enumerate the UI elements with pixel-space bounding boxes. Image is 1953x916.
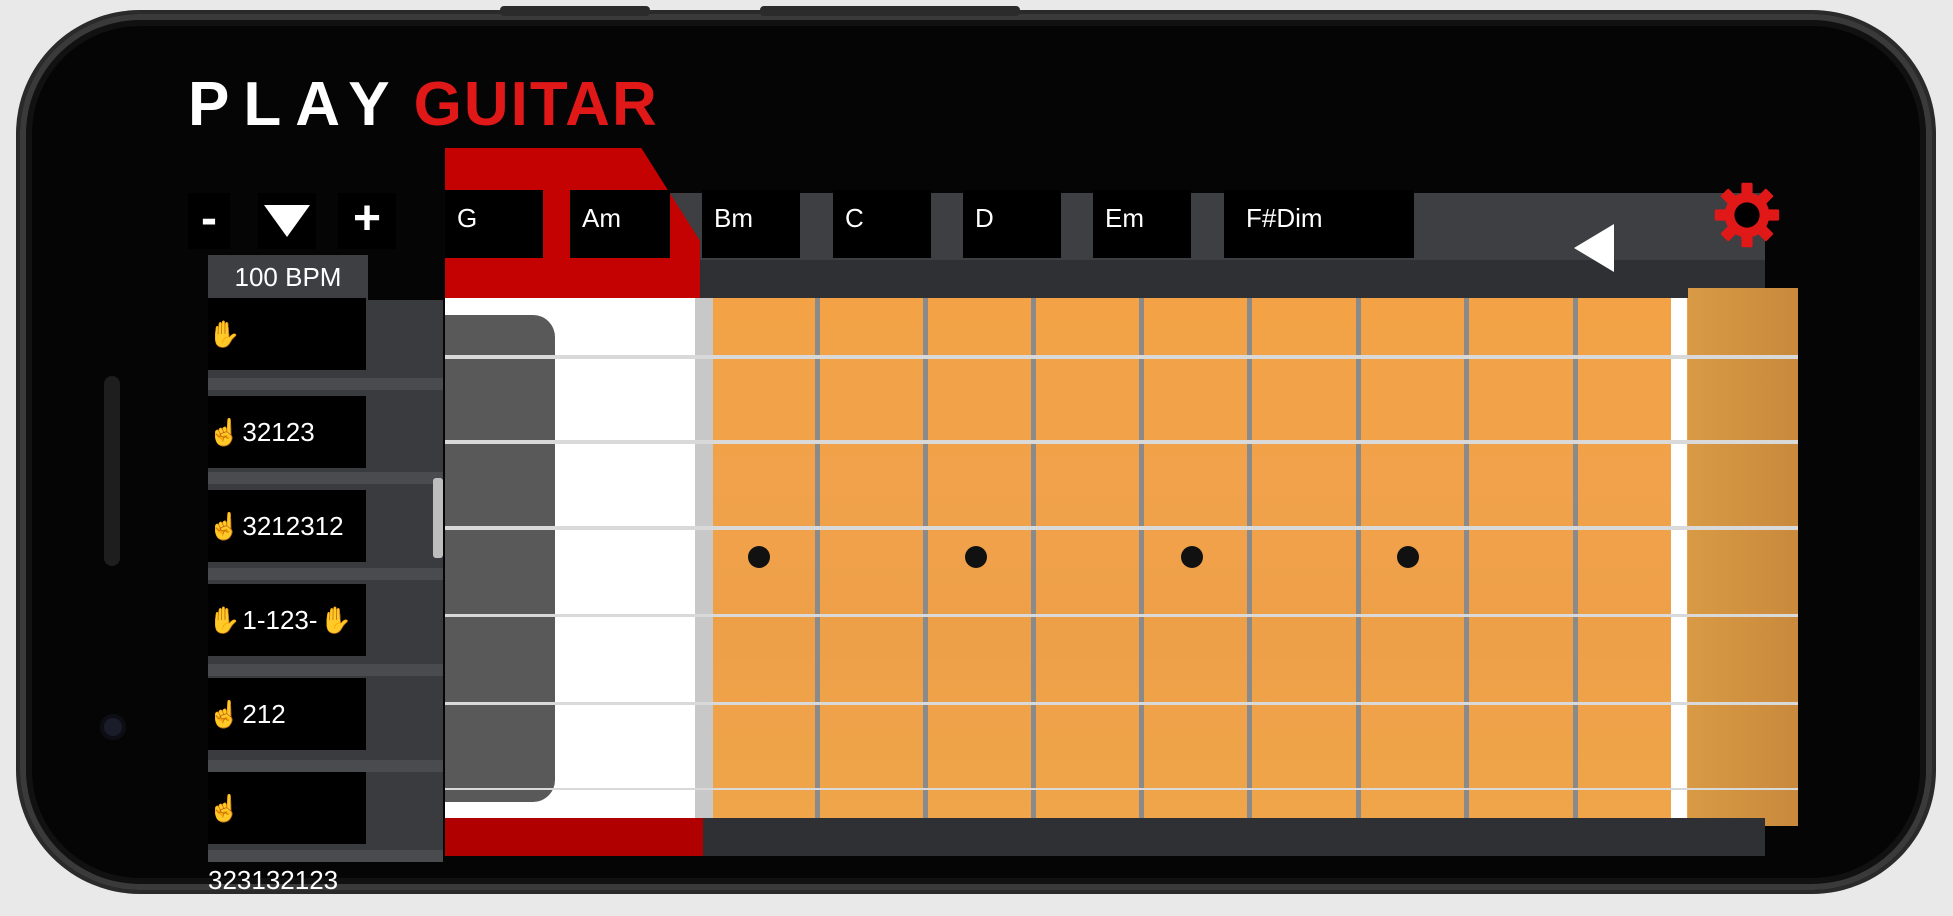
guitar-pickguard — [445, 315, 555, 802]
rhythm-pattern: 323132123 — [208, 865, 339, 895]
rhythm-slider-handle[interactable] — [433, 478, 443, 558]
chord-f-sharp-dim[interactable]: F#Dim — [1224, 190, 1414, 258]
guitar-string[interactable] — [445, 702, 1798, 705]
fretboard-end — [1688, 288, 1798, 826]
rhythm-pattern: 212 — [242, 699, 286, 729]
fret — [1671, 298, 1687, 818]
rhythm-pattern: 3212312 — [242, 511, 344, 541]
guitar-nut — [695, 298, 713, 818]
minus-icon[interactable]: - — [188, 193, 230, 249]
bpm-label: 100 BPM — [234, 262, 342, 292]
clap-icon: ✋ — [319, 605, 352, 635]
hand-pointing-icon: ☝ — [208, 511, 241, 541]
fret — [923, 298, 928, 818]
rhythm-pattern: 32123 — [242, 417, 315, 447]
hand-pointing-icon: ☝ — [208, 417, 241, 447]
rhythm-item[interactable]: ✋1-123-✋ — [208, 584, 366, 656]
fret — [1573, 298, 1578, 818]
triangle-left-icon[interactable] — [1574, 224, 1614, 272]
fret — [815, 298, 820, 818]
guitar-string[interactable] — [445, 440, 1798, 444]
guitar-body-bottom — [445, 818, 703, 856]
guitar-string[interactable] — [445, 355, 1798, 359]
guitar-string[interactable] — [445, 526, 1798, 530]
chord-am[interactable]: Am — [570, 190, 670, 258]
rhythm-item[interactable]: ☝ 323132123 — [208, 772, 366, 895]
logo-guitar: GUITAR — [413, 70, 659, 139]
fretboard[interactable] — [713, 298, 1798, 818]
chord-em[interactable]: Em — [1093, 190, 1191, 258]
bottom-strip — [703, 818, 1765, 856]
fret — [1464, 298, 1469, 818]
chord-d[interactable]: D — [963, 190, 1061, 258]
app-logo: PLAY GUITAR — [188, 70, 659, 140]
fret — [1139, 298, 1144, 818]
plus-icon[interactable]: + — [338, 193, 396, 249]
rhythm-item[interactable]: ☝3212312 — [208, 490, 366, 562]
rhythm-item[interactable]: ☝212 — [208, 678, 366, 750]
chord-g[interactable]: G — [445, 190, 543, 258]
clap-icon: ✋ — [208, 605, 241, 635]
hand-pointing-icon: ☝ — [208, 699, 241, 729]
triangle-down-icon[interactable] — [258, 193, 316, 249]
fret — [1247, 298, 1252, 818]
guitar-string[interactable] — [445, 614, 1798, 617]
fret — [1356, 298, 1361, 818]
chord-c[interactable]: C — [833, 190, 931, 258]
fret-marker — [1181, 546, 1203, 568]
gear-icon[interactable] — [1712, 180, 1782, 250]
clap-icon: ✋ — [208, 319, 241, 349]
fret-marker — [748, 546, 770, 568]
rhythm-pattern: 1-123- — [242, 605, 318, 635]
guitar-string[interactable] — [445, 788, 1798, 790]
logo-play: PLAY — [188, 70, 404, 139]
hand-pointing-icon: ☝ — [208, 793, 241, 823]
rhythm-item[interactable]: ✋ — [208, 298, 366, 370]
app-screen: PLAY GUITAR G Am Bm C D Em F#Dim - + 100 … — [0, 0, 1953, 900]
rhythm-item[interactable]: ☝32123 — [208, 396, 366, 468]
fret — [1031, 298, 1036, 818]
fret-marker — [1397, 546, 1419, 568]
fret-marker — [965, 546, 987, 568]
chord-bm[interactable]: Bm — [702, 190, 800, 258]
